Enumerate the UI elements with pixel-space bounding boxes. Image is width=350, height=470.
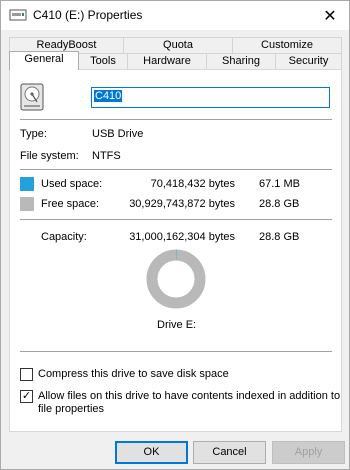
free-space-bytes: 30,929,743,872 bytes — [129, 198, 235, 210]
index-label-line2[interactable]: file properties — [38, 403, 104, 415]
tab-sharing[interactable]: Sharing — [206, 53, 276, 69]
type-value: USB Drive — [92, 128, 144, 140]
free-space-size: 28.8 GB — [259, 198, 300, 210]
capacity-bytes: 31,000,162,304 bytes — [129, 231, 235, 243]
used-space-swatch — [20, 177, 34, 191]
capacity-size: 28.8 GB — [259, 231, 300, 243]
disk-usage-donut — [146, 249, 206, 309]
compress-label[interactable]: Compress this drive to save disk space — [38, 368, 229, 380]
close-icon[interactable]: ✕ — [311, 1, 349, 30]
index-checkbox[interactable]: ✓ — [20, 390, 33, 403]
type-label: Type: — [20, 128, 47, 140]
free-space-label: Free space: — [41, 198, 100, 210]
used-space-label: Used space: — [41, 178, 103, 190]
file-system-label: File system: — [20, 150, 79, 162]
used-space-size: 67.1 MB — [259, 178, 300, 190]
drive-app-icon — [9, 9, 27, 21]
tab-hardware[interactable]: Hardware — [127, 53, 207, 69]
drive-name-value: C410 — [94, 90, 123, 102]
index-label-line1[interactable]: Allow files on this drive to have conten… — [38, 390, 340, 402]
compress-checkbox[interactable] — [20, 368, 33, 381]
drive-letter-label: Drive E: — [157, 319, 197, 331]
apply-button[interactable]: Apply — [272, 441, 345, 464]
divider — [20, 169, 332, 170]
tab-tools[interactable]: Tools — [78, 53, 128, 69]
title-bar: C410 (E:) Properties ✕ — [1, 1, 349, 30]
donut-free-ring — [146, 249, 206, 309]
divider — [20, 219, 332, 220]
divider — [20, 119, 332, 120]
drive-name-input[interactable]: C410 — [91, 87, 330, 108]
ok-button[interactable]: OK — [115, 441, 188, 464]
tab-customize[interactable]: Customize — [232, 37, 342, 53]
tab-security[interactable]: Security — [275, 53, 342, 69]
properties-window: C410 (E:) Properties ✕ ReadyBoost Quota … — [0, 0, 350, 470]
used-space-bytes: 70,418,432 bytes — [150, 178, 235, 190]
free-space-swatch — [20, 197, 34, 211]
tab-quota[interactable]: Quota — [123, 37, 233, 53]
hard-drive-icon — [20, 83, 44, 111]
cancel-button[interactable]: Cancel — [193, 441, 266, 464]
file-system-value: NTFS — [92, 150, 121, 162]
tab-general[interactable]: General — [9, 51, 79, 70]
capacity-label: Capacity: — [41, 231, 87, 243]
divider — [20, 351, 332, 352]
window-title: C410 (E:) Properties — [33, 8, 143, 22]
